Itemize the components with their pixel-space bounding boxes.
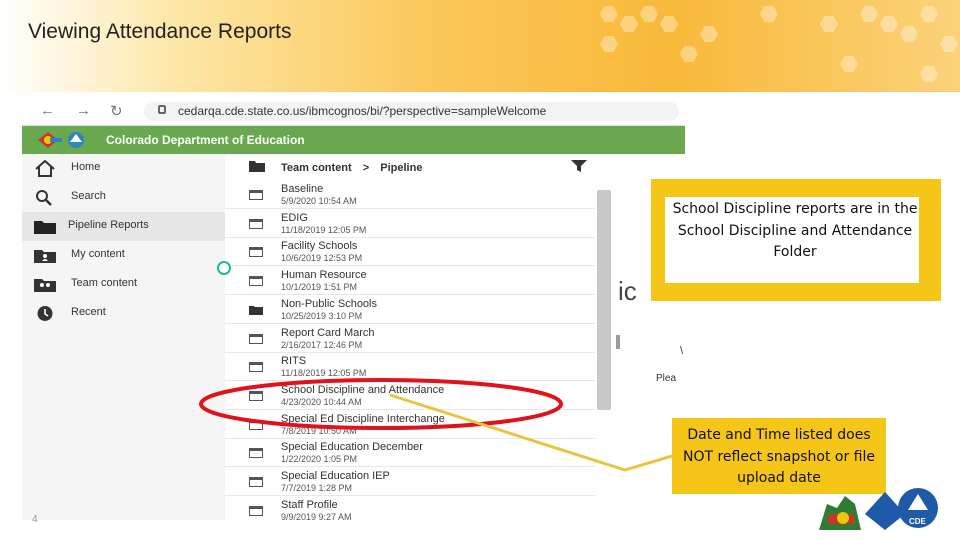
- list-item-date: 7/7/2019 1:28 PM: [281, 483, 353, 493]
- list-item-name: Special Education IEP: [281, 470, 390, 482]
- slide: Viewing Attendance Reports ← → ↻ cedarqa…: [0, 0, 960, 540]
- list-item-name: Non-Public Schools: [281, 297, 377, 310]
- folder-icon: [249, 305, 263, 315]
- background-partial-text: ic: [618, 276, 637, 306]
- sidebar-item-label: Pipeline Reports: [68, 219, 149, 231]
- folder-icon: [34, 221, 56, 234]
- forward-arrow-icon[interactable]: →: [76, 102, 91, 119]
- list-item[interactable]: Special Ed Discipline Interchange 7/8/201…: [225, 410, 595, 439]
- callout-date-time-note: Date and Time listed does NOT reflect sn…: [672, 418, 886, 494]
- list-item-name: Special Education December: [281, 441, 423, 454]
- page-number: 4: [32, 514, 38, 525]
- list-item-date: 7/8/2019 10:50 AM: [281, 425, 357, 436]
- list-item[interactable]: Special Education IEP 7/7/2019 1:28 PM: [225, 467, 595, 496]
- list-item-name: Staff Profile: [281, 498, 338, 511]
- breadcrumb: Team content > Pipeline: [281, 162, 422, 174]
- content-header: Team content > Pipeline: [225, 154, 625, 180]
- list-item[interactable]: Special Education December 1/22/2020 1:05…: [225, 438, 595, 468]
- sidebar-item-label: Recent: [71, 306, 106, 318]
- team-content-icon: [34, 279, 56, 292]
- list-item[interactable]: EDIG 11/18/2019 12:05 PM: [225, 209, 595, 238]
- breadcrumb-separator: >: [362, 162, 370, 174]
- clock-icon: [37, 306, 53, 321]
- report-icon: [249, 477, 263, 487]
- report-icon: [249, 218, 263, 229]
- list-item-date: 4/23/2020 10:44 AM: [281, 396, 362, 407]
- list-item-date: 10/1/2019 1:51 PM: [281, 282, 358, 293]
- list-item-date: 11/18/2019 12:05 PM: [281, 224, 367, 235]
- back-arrow-icon[interactable]: ←: [40, 102, 55, 119]
- header-banner: Viewing Attendance Reports: [0, 0, 960, 92]
- home-icon: [35, 160, 55, 177]
- breadcrumb-root[interactable]: Team content: [281, 162, 352, 174]
- report-icon: [249, 390, 263, 401]
- sidebar-item-pipeline-reports[interactable]: Pipeline Reports: [22, 212, 225, 241]
- list-item-name: School Discipline and Attendance: [281, 383, 445, 396]
- background-partial-mark: \: [680, 345, 684, 357]
- report-icon: [249, 276, 263, 287]
- list-item[interactable]: Non-Public Schools 10/25/2019 3:10 PM: [225, 295, 595, 324]
- list-item-name: Facility Schools: [281, 240, 358, 253]
- list-item-date: 1/22/2020 1:05 PM: [281, 454, 358, 465]
- list-item-date: 10/25/2019 3:10 PM: [281, 310, 363, 321]
- my-content-icon: [34, 250, 56, 263]
- slide-title: Viewing Attendance Reports: [28, 20, 292, 43]
- list-item[interactable]: Report Card March 2/16/2017 12:46 PM: [225, 324, 595, 353]
- list-item[interactable]: Staff Profile 9/9/2019 9:27 AM: [225, 496, 595, 520]
- url-bar[interactable]: cedarqa.cde.state.co.us/ibmcognos/bi/?pe…: [144, 102, 679, 121]
- list-item-name: Human Resource: [281, 269, 367, 282]
- background-partial-plea: Plea: [656, 373, 677, 384]
- sidebar-item-label: My content: [71, 248, 125, 260]
- list-item-name: EDIG: [281, 211, 308, 224]
- sidebar-item-recent[interactable]: Recent: [22, 299, 225, 328]
- list-item[interactable]: Baseline 5/9/2020 10:54 AM: [225, 180, 595, 209]
- brand-name: Colorado Department of Education: [106, 133, 305, 147]
- callout-text: Date and Time listed does NOT reflect sn…: [682, 427, 876, 486]
- list-item[interactable]: Facility Schools 10/6/2019 12:53 PM: [225, 237, 595, 267]
- report-icon: [249, 419, 263, 430]
- svg-text:CDE: CDE: [909, 517, 927, 526]
- reload-icon[interactable]: ↻: [110, 102, 123, 120]
- search-icon: [36, 190, 52, 206]
- colorado-logo-icon: [36, 130, 92, 150]
- list-item[interactable]: RITS 11/18/2019 12:05 PM: [225, 352, 595, 382]
- callout-text: School Discipline reports are in the Sch…: [672, 201, 918, 260]
- list-item-date: 11/18/2019 12:05 PM: [281, 368, 367, 379]
- breadcrumb-current: Pipeline: [380, 162, 423, 174]
- sidebar-item-search[interactable]: Search: [22, 183, 225, 212]
- list-item-name: Report Card March: [281, 326, 375, 339]
- list-item-date: 2/16/2017 12:46 PM: [281, 339, 363, 350]
- sidebar-item-label: Home: [71, 161, 101, 173]
- sidebar: Home Search Pipeline Reports My content …: [22, 154, 225, 520]
- team-folder-icon: [249, 161, 265, 172]
- report-icon: [249, 505, 263, 516]
- report-icon: [249, 362, 263, 373]
- sidebar-item-label: Team content: [71, 277, 138, 289]
- background-marker: [616, 335, 620, 349]
- sidebar-item-home[interactable]: Home: [22, 154, 225, 183]
- sidebar-item-team-content[interactable]: Team content: [22, 270, 225, 299]
- list-item-date: 9/9/2019 9:27 AM: [281, 511, 352, 520]
- list-item-date: 10/6/2019 12:53 PM: [281, 253, 363, 264]
- browser-toolbar: ← → ↻ cedarqa.cde.state.co.us/ibmcognos/…: [22, 96, 685, 126]
- report-icon: [249, 247, 263, 258]
- list-item[interactable]: School Discipline and Attendance 4/23/202…: [225, 381, 595, 410]
- cognos-screenshot: ← → ↻ cedarqa.cde.state.co.us/ibmcognos/…: [22, 96, 685, 520]
- list-item[interactable]: Human Resource 10/1/2019 1:51 PM: [225, 266, 595, 296]
- lock-icon: [158, 105, 166, 114]
- sidebar-item-label: Search: [71, 190, 106, 202]
- report-icon: [249, 190, 263, 200]
- brand-bar: Colorado Department of Education: [22, 126, 685, 154]
- filter-icon[interactable]: [571, 160, 587, 173]
- list-item-name: RITS: [281, 355, 307, 368]
- list-item-name: Baseline: [281, 183, 324, 195]
- list-item-date: 5/9/2020 10:54 AM: [281, 196, 357, 206]
- report-icon: [249, 333, 263, 344]
- report-icon: [249, 448, 263, 459]
- scrollbar[interactable]: [597, 190, 611, 410]
- callout-discipline-folder: School Discipline reports are in the Sch…: [651, 179, 941, 301]
- cde-logo-icon: CDE: [819, 488, 938, 530]
- list-item-name: Special Ed Discipline Interchange: [281, 412, 445, 425]
- sidebar-item-my-content[interactable]: My content: [22, 241, 225, 270]
